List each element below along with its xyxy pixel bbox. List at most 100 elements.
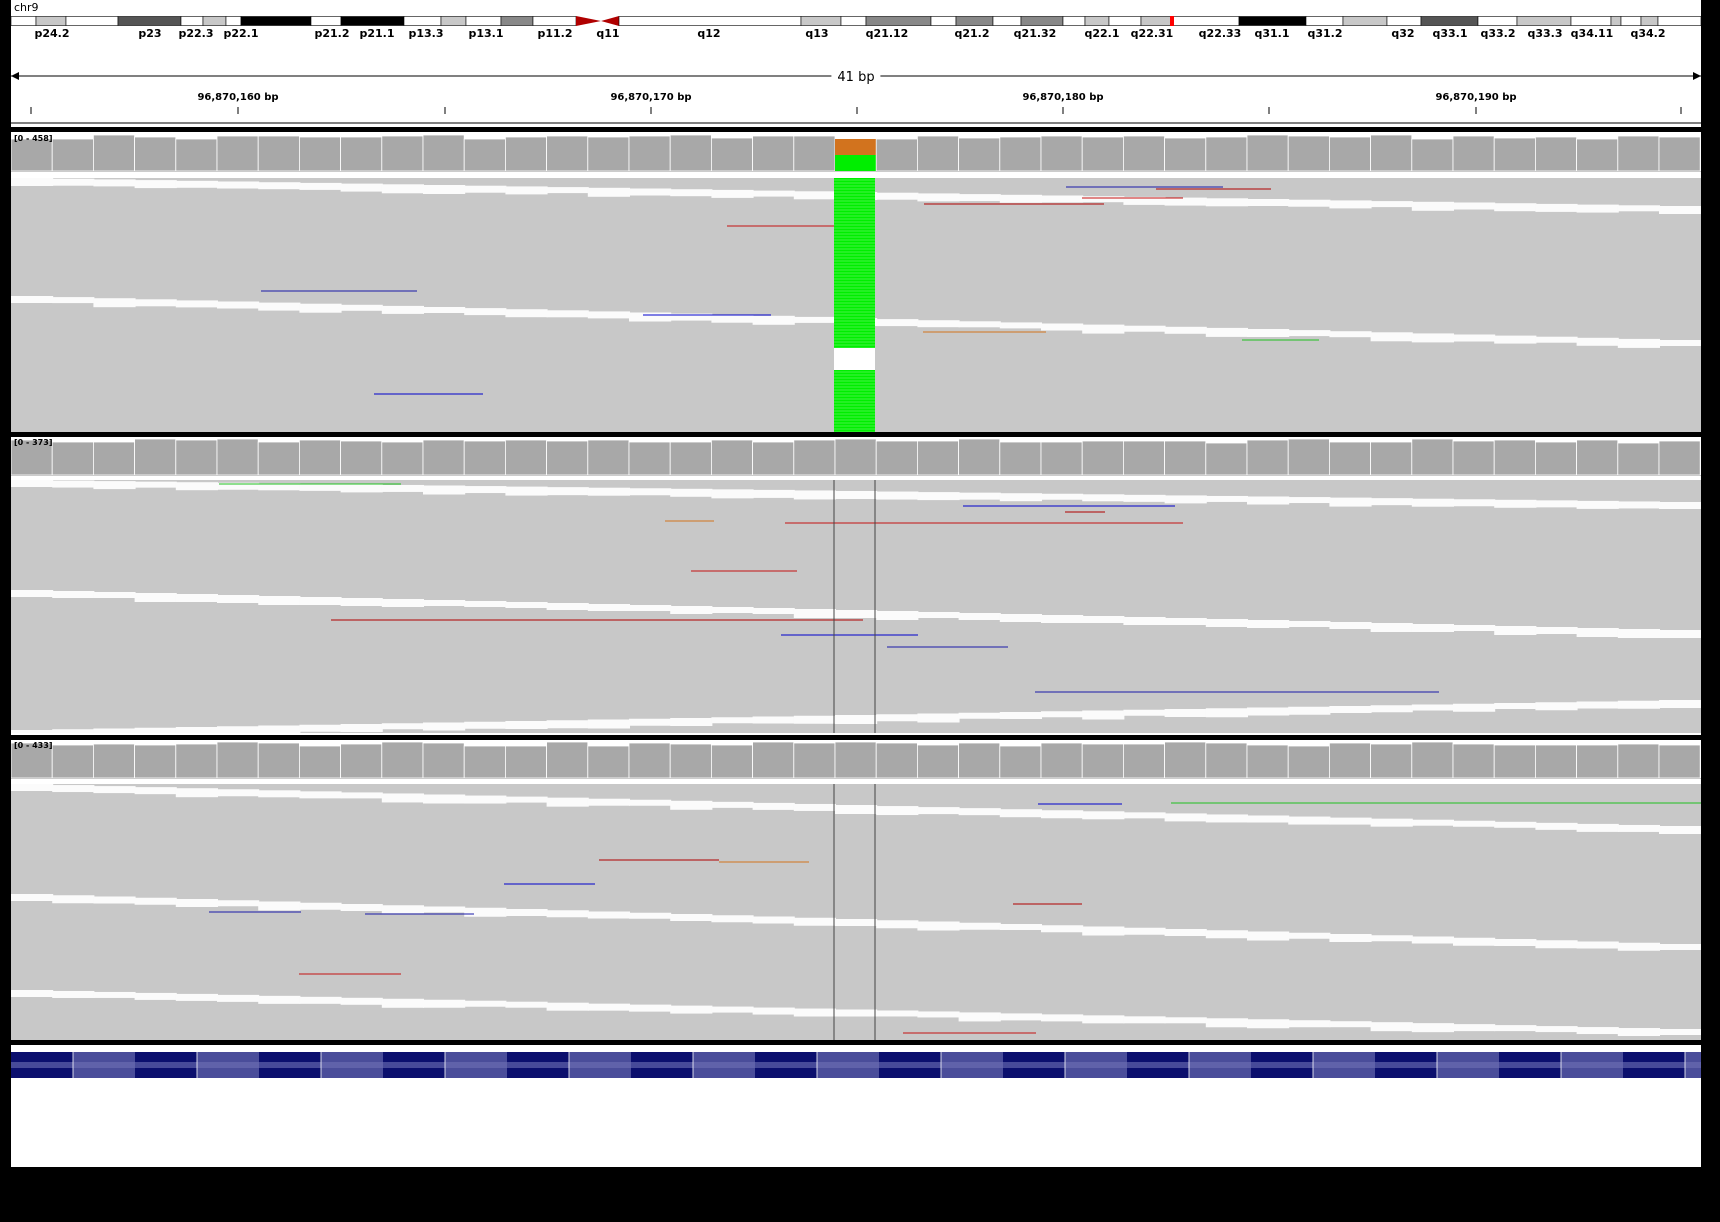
read-gap xyxy=(546,797,589,807)
coverage-bar xyxy=(175,439,218,475)
coverage-bar xyxy=(875,742,918,778)
coverage-bar xyxy=(1040,441,1083,475)
read-gap xyxy=(629,1004,672,1012)
band-label: p24.2 xyxy=(34,27,70,40)
read-gap xyxy=(835,805,878,814)
coverage-bar xyxy=(422,439,465,475)
read-gap xyxy=(1123,1016,1166,1024)
coverage-bar xyxy=(917,744,960,778)
read-gap xyxy=(670,488,713,497)
coverage-bar xyxy=(1493,137,1536,171)
read-gap xyxy=(917,612,960,618)
coverage-bar xyxy=(999,745,1042,778)
read-gap xyxy=(505,1001,548,1008)
read-gap xyxy=(1617,205,1660,212)
read-gap xyxy=(1494,499,1537,508)
read-gap xyxy=(1453,499,1496,507)
coverage-bar xyxy=(381,741,424,778)
coverage-track[interactable]: [0 - 458] xyxy=(11,133,1701,172)
read-gap xyxy=(1041,925,1084,933)
read-gap xyxy=(793,316,836,323)
coverage-bar xyxy=(669,441,712,475)
ideogram-band xyxy=(180,16,204,26)
coverage-track[interactable]: [0 - 433] xyxy=(11,740,1701,779)
read-gap xyxy=(505,909,548,916)
read-gap xyxy=(1494,939,1537,946)
read-gap xyxy=(876,611,919,620)
read-gap xyxy=(175,482,218,491)
read-gap xyxy=(1576,628,1619,637)
read-gap xyxy=(1617,1028,1660,1037)
read-gap xyxy=(1576,701,1619,709)
band-label: p11.2 xyxy=(537,27,573,40)
band-label: q22.33 xyxy=(1198,27,1242,40)
ruler-position-label: 96,870,160 bp xyxy=(197,92,279,103)
read-gap xyxy=(1082,616,1125,623)
ideogram-band xyxy=(1657,16,1701,26)
read-gap xyxy=(134,727,177,733)
coverage-bar xyxy=(1329,136,1372,171)
read-gap xyxy=(752,315,795,325)
band-label: q22.31 xyxy=(1130,27,1174,40)
chromosome-ideogram[interactable] xyxy=(11,16,1701,26)
span-ruler: 41 bp xyxy=(11,64,1701,88)
ideogram-band xyxy=(11,16,37,26)
read-gap xyxy=(1288,330,1331,337)
gene-track[interactable] xyxy=(11,1050,1701,1080)
read-gap xyxy=(52,178,95,186)
read-gap xyxy=(999,924,1042,930)
read-gap xyxy=(217,595,260,603)
read-gap xyxy=(134,787,177,795)
read-gap xyxy=(423,999,466,1008)
coverage-bar xyxy=(504,745,547,778)
read-gap xyxy=(629,312,672,322)
read-gap xyxy=(340,792,383,799)
coverage-bar xyxy=(381,441,424,475)
coverage-range-label: [0 - 458] xyxy=(14,134,53,143)
read-gap xyxy=(464,486,507,494)
read-gap xyxy=(217,789,260,797)
read-gap xyxy=(340,598,383,606)
read-gap xyxy=(299,996,342,1004)
coverage-bar xyxy=(1411,138,1454,171)
read-gap xyxy=(175,993,218,1001)
read-gap xyxy=(134,992,177,1000)
read-gap xyxy=(1659,630,1701,638)
read-gap xyxy=(52,895,95,904)
alignment-track[interactable] xyxy=(11,784,1701,1040)
alignment-track[interactable] xyxy=(11,480,1701,733)
read-gap xyxy=(505,186,548,195)
coverage-bar xyxy=(1411,741,1454,778)
coverage-bar xyxy=(1493,439,1536,475)
read-gap xyxy=(793,1008,836,1017)
coverage-alt-fraction xyxy=(835,155,877,171)
read-gap xyxy=(587,719,630,729)
read-gap xyxy=(876,1010,919,1017)
read-gap xyxy=(1411,201,1454,211)
read-gap xyxy=(1494,203,1537,212)
band-label: p21.1 xyxy=(359,27,395,40)
read-gap xyxy=(52,990,95,998)
read-gap xyxy=(629,488,672,496)
read-gap xyxy=(1123,325,1166,332)
read-gap xyxy=(752,1007,795,1015)
alignment-track[interactable] xyxy=(11,178,1701,436)
coverage-track[interactable]: [0 - 373] xyxy=(11,437,1701,476)
coverage-bar xyxy=(1164,440,1207,475)
ideogram-band xyxy=(1062,16,1086,26)
read-gap xyxy=(958,194,1001,202)
read-gap xyxy=(134,897,177,905)
coverage-bar xyxy=(875,440,918,475)
read-gap xyxy=(1041,711,1084,718)
coverage-bar xyxy=(546,440,589,475)
read-gap xyxy=(1535,500,1578,508)
coverage-bar xyxy=(51,744,94,778)
read-gap xyxy=(423,600,466,606)
read-gap xyxy=(876,192,919,200)
read-gap xyxy=(93,991,136,998)
read-gap xyxy=(1329,497,1372,507)
ruler-position-label: 96,870,170 bp xyxy=(610,92,692,103)
read-gap xyxy=(793,490,836,500)
coverage-bar xyxy=(669,743,712,778)
position-ruler[interactable]: 96,870,160 bp 96,870,170 bp 96,870,180 bp 9… xyxy=(11,90,1701,124)
